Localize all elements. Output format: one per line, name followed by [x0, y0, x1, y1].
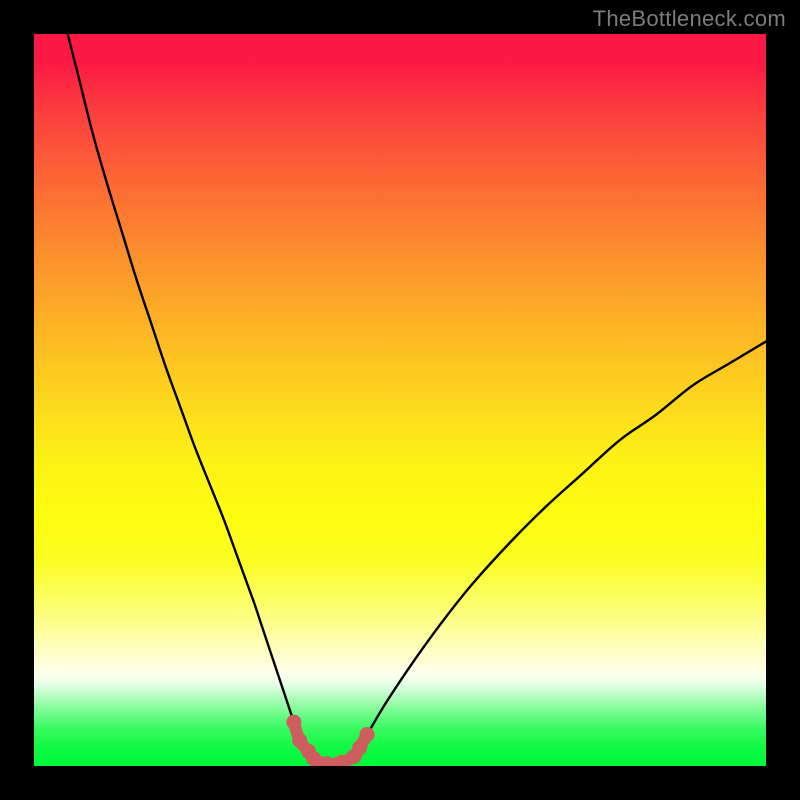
chart-frame: TheBottleneck.com	[0, 0, 800, 800]
bottleneck-curve	[68, 34, 766, 764]
sweet-spot-dot	[286, 715, 301, 730]
plot-area	[34, 34, 766, 766]
sweet-spot-highlight	[286, 715, 374, 766]
watermark-text: TheBottleneck.com	[593, 6, 786, 32]
sweet-spot-dot	[360, 727, 375, 742]
chart-svg	[34, 34, 766, 766]
sweet-spot-dot	[352, 740, 367, 755]
sweet-spot-dot	[306, 751, 321, 766]
